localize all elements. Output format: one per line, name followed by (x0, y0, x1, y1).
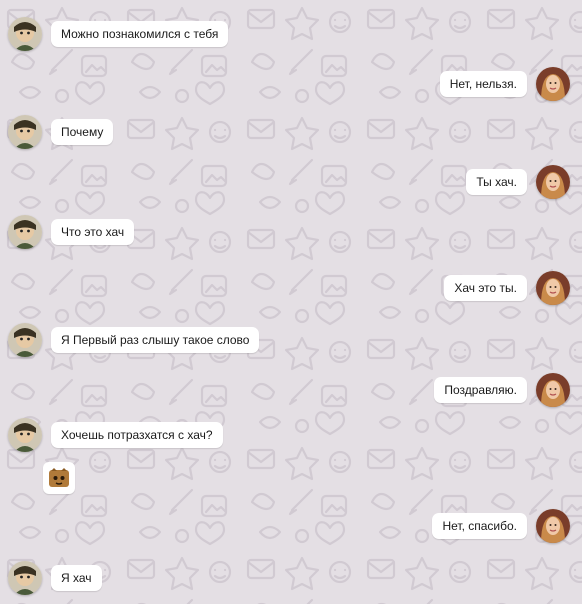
message-row-outgoing: Хач это ты. (444, 266, 570, 310)
message-row-outgoing: Поздравляю. (434, 368, 570, 412)
message-bubble[interactable]: Я Первый раз слышу такое слово (51, 327, 260, 353)
message-row-incoming: Можно познакомился с тебя (8, 12, 229, 56)
message-row-outgoing: Ты хач. (466, 160, 570, 204)
message-row-outgoing: Нет, спасибо. (432, 504, 570, 548)
message-bubble[interactable]: Поздравляю. (434, 377, 527, 403)
cat-face-sticker-icon (49, 468, 69, 487)
contact-avatar[interactable] (8, 115, 42, 149)
own-avatar[interactable] (536, 509, 570, 543)
message-bubble[interactable]: Почему (51, 119, 114, 145)
message-row-incoming: Что это хач (8, 210, 135, 254)
contact-avatar[interactable] (8, 17, 42, 51)
contact-avatar[interactable] (8, 323, 42, 357)
contact-avatar[interactable] (8, 215, 42, 249)
message-bubble[interactable]: Хочешь потразхатся с хач? (51, 422, 223, 448)
own-avatar[interactable] (536, 373, 570, 407)
contact-avatar[interactable] (8, 561, 42, 595)
message-row-incoming: Я Первый раз слышу такое слово (8, 318, 260, 362)
message-row-incoming: Почему (8, 110, 114, 154)
message-bubble[interactable]: Что это хач (51, 219, 135, 245)
sticker-message[interactable] (43, 462, 75, 494)
message-bubble[interactable]: Нет, нельзя. (439, 71, 527, 97)
message-row-incoming: Я хач (8, 556, 102, 600)
message-bubble[interactable]: Я хач (51, 565, 102, 591)
message-bubble[interactable]: Можно познакомился с тебя (51, 21, 229, 47)
message-row-incoming: Хочешь потразхатся с хач? (8, 413, 223, 457)
message-bubble[interactable]: Нет, спасибо. (432, 513, 527, 539)
message-row-outgoing: Нет, нельзя. (439, 62, 570, 106)
own-avatar[interactable] (536, 165, 570, 199)
contact-avatar[interactable] (8, 418, 42, 452)
own-avatar[interactable] (536, 67, 570, 101)
own-avatar[interactable] (536, 271, 570, 305)
message-bubble[interactable]: Хач это ты. (444, 275, 527, 301)
message-bubble[interactable]: Ты хач. (466, 169, 527, 195)
